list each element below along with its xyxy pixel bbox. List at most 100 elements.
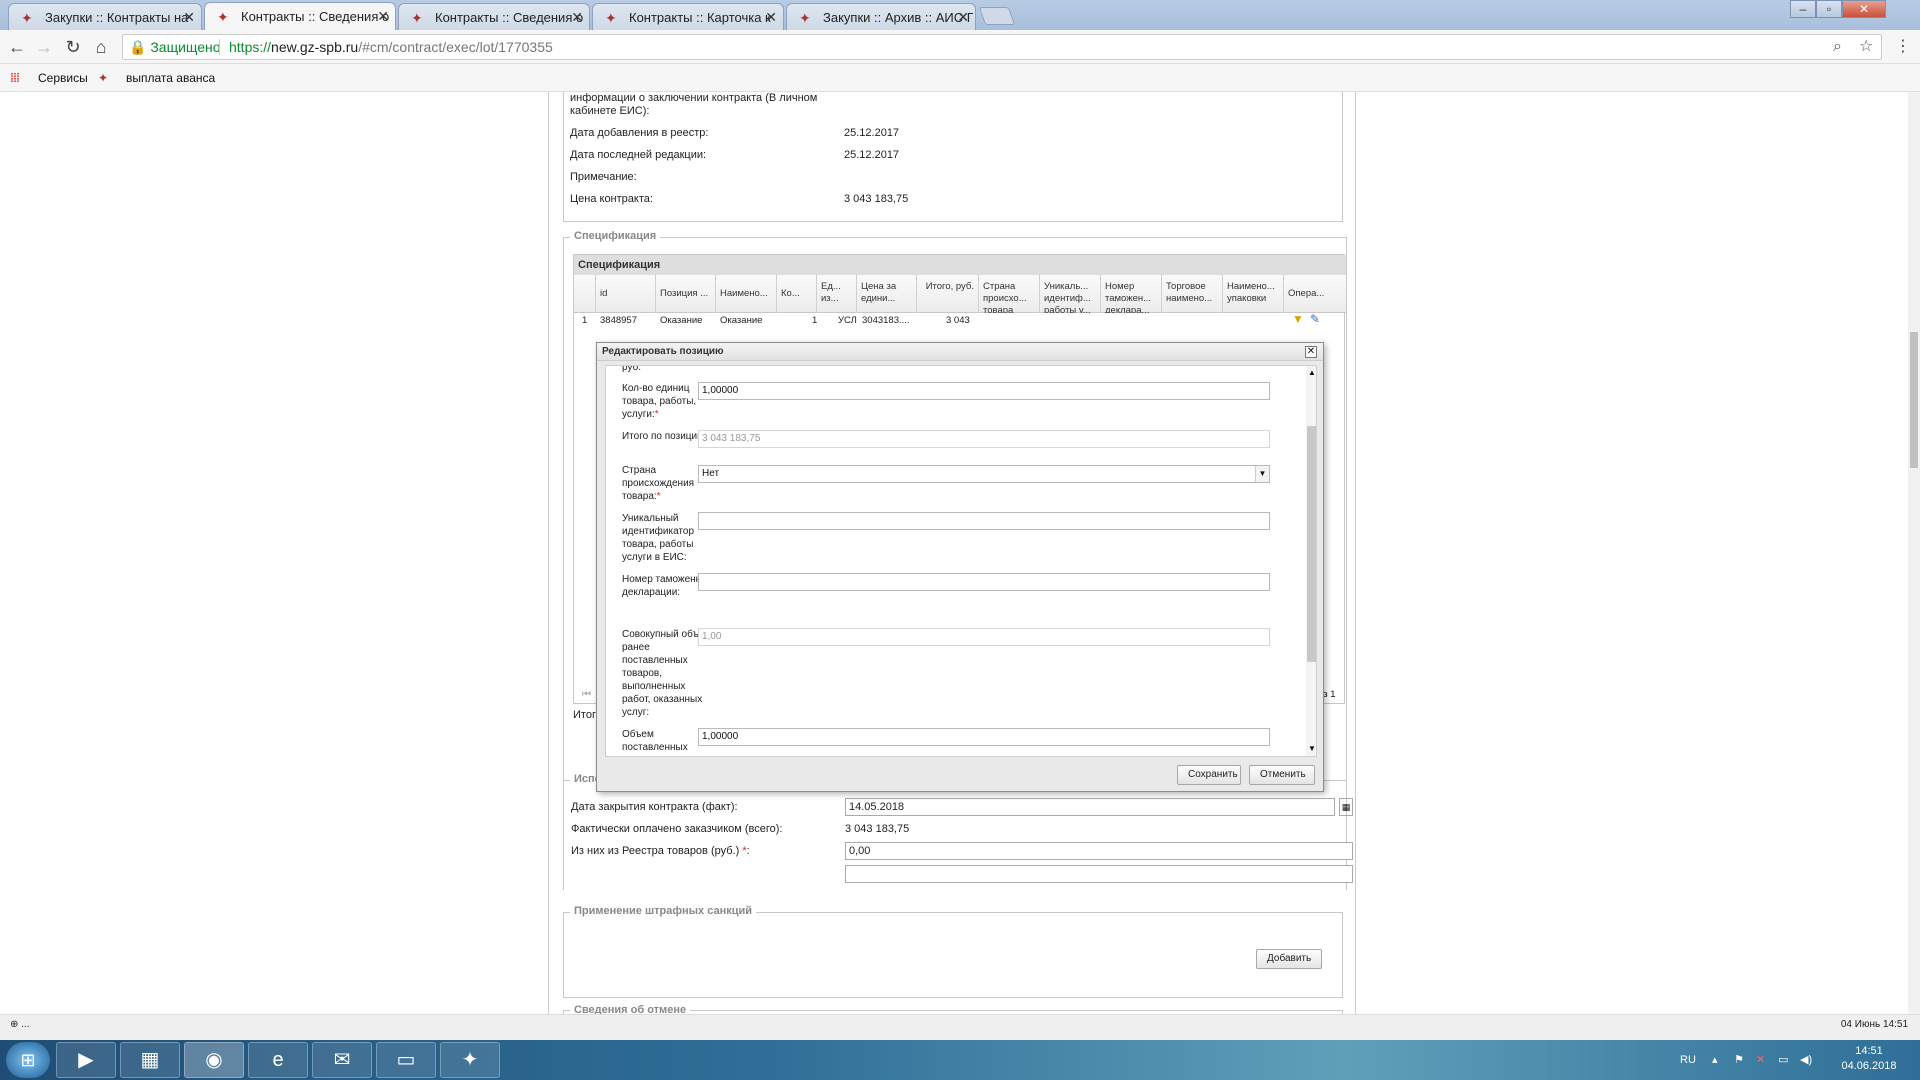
bookmark-services[interactable]: Сервисы bbox=[38, 64, 88, 92]
volume-icon[interactable]: ◀) bbox=[1800, 1040, 1812, 1080]
info-value: 25.12.2017 bbox=[844, 127, 900, 139]
cancel-button[interactable]: Отменить bbox=[1249, 765, 1315, 785]
address-bar[interactable]: 🔒 Защищено https://new.gz-spb.ru/#cm/con… bbox=[122, 34, 1882, 60]
minimize-button[interactable]: – bbox=[1790, 0, 1816, 18]
monitor-icon[interactable]: ▭ bbox=[1778, 1040, 1788, 1080]
browser-tab-5[interactable]: ✦ Закупки :: Архив :: АИС Г ✕ bbox=[786, 3, 976, 30]
customs-declaration-input[interactable] bbox=[698, 573, 1270, 591]
browser-tab-2[interactable]: ✦ Контракты :: Сведения о ✕ bbox=[204, 2, 396, 30]
page-scrollbar[interactable] bbox=[1908, 92, 1920, 1014]
network-icon[interactable]: ✕ bbox=[1756, 1040, 1765, 1080]
registry-amount-field[interactable]: 0,00 bbox=[845, 842, 1353, 860]
close-icon[interactable]: ✕ bbox=[1305, 346, 1317, 358]
bookmark-advance-payment[interactable]: выплата аванса bbox=[126, 64, 215, 92]
internet-explorer-icon[interactable]: e bbox=[248, 1042, 308, 1078]
flag-icon[interactable]: ⚑ bbox=[1734, 1040, 1744, 1080]
table-cell: 3 043 bbox=[946, 315, 970, 326]
column-header[interactable]: Опера... bbox=[1284, 275, 1344, 313]
column-header[interactable]: Итого, руб. bbox=[917, 275, 979, 313]
column-header[interactable]: Номер таможен... деклара... bbox=[1101, 275, 1162, 313]
home-icon[interactable]: ⌂ bbox=[90, 36, 112, 58]
edit-pencil-icon[interactable]: ✎ bbox=[1310, 312, 1320, 326]
quantity-input[interactable]: 1,00000 bbox=[698, 382, 1270, 400]
back-arrow-icon[interactable]: ← bbox=[6, 36, 28, 58]
close-icon[interactable]: ✕ bbox=[183, 4, 195, 30]
secure-label: 🔒 Защищено bbox=[129, 39, 221, 55]
outlook-icon[interactable]: ✉ bbox=[312, 1042, 372, 1078]
url-text: https://new.gz-spb.ru/#cm/contract/exec/… bbox=[229, 39, 553, 55]
start-button[interactable]: ⊞ bbox=[6, 1042, 50, 1078]
scrollbar-thumb[interactable] bbox=[1910, 332, 1918, 468]
browser-tab-1[interactable]: ✦ Закупки :: Контракты на ✕ bbox=[8, 3, 202, 30]
restore-button[interactable]: ▫ bbox=[1816, 0, 1842, 18]
column-header[interactable]: Ко... bbox=[777, 275, 817, 313]
apps-grid-icon[interactable]: ⁞⁞⁞ bbox=[10, 64, 20, 92]
table-cell: 1 bbox=[582, 315, 588, 326]
dialog-title: Редактировать позицию bbox=[597, 343, 1323, 361]
column-header[interactable]: id bbox=[596, 275, 656, 313]
clock-date: 04.06.2018 bbox=[1841, 1060, 1897, 1072]
grid-header: id Позиция ... Наимено... Ко... Ед... из… bbox=[574, 275, 1346, 313]
column-header-rownum bbox=[574, 275, 596, 313]
tray-up-icon[interactable]: ▴ bbox=[1712, 1040, 1718, 1080]
delivered-volume-input[interactable]: 1,00000 bbox=[698, 728, 1270, 746]
delete-icon[interactable]: ▼ bbox=[1292, 312, 1304, 326]
close-icon[interactable]: ✕ bbox=[957, 4, 969, 30]
folder-icon[interactable]: ▭ bbox=[376, 1042, 436, 1078]
country-select[interactable]: Нет ▼ bbox=[698, 465, 1270, 483]
column-header[interactable]: Уникаль... идентиф... работы у... bbox=[1040, 275, 1101, 313]
contract-info-panel: информации о заключении контракта (В лич… bbox=[563, 92, 1343, 222]
new-tab-button[interactable] bbox=[978, 7, 1016, 25]
column-header[interactable]: Цена за едини... bbox=[857, 275, 917, 313]
language-indicator[interactable]: RU bbox=[1680, 1040, 1696, 1080]
close-icon[interactable]: ✕ bbox=[377, 3, 389, 30]
pager-first-icon[interactable]: ⏮ bbox=[582, 689, 591, 700]
extra-field[interactable] bbox=[845, 865, 1353, 883]
column-header[interactable]: Торговое наимено... bbox=[1162, 275, 1223, 313]
clock-time: 14:51 bbox=[1855, 1045, 1883, 1057]
status-left: ⊕ ... bbox=[10, 1019, 30, 1030]
select-value: Нет bbox=[702, 468, 720, 479]
close-icon[interactable]: ✕ bbox=[765, 4, 777, 30]
browser-tab-3[interactable]: ✦ Контракты :: Сведения о ✕ bbox=[398, 3, 590, 30]
gear-tools-icon: ✦ bbox=[21, 10, 33, 26]
scrollbar-thumb[interactable] bbox=[1307, 426, 1316, 662]
close-date-field[interactable]: 14.05.2018 bbox=[845, 798, 1335, 816]
dialog-scrollbar[interactable]: ▲ ▼ bbox=[1306, 366, 1316, 756]
column-header[interactable]: Наимено... bbox=[716, 275, 777, 313]
forward-arrow-icon[interactable]: → bbox=[33, 36, 55, 58]
exec-label: Дата закрытия контракта (факт): bbox=[571, 801, 738, 813]
zoom-icon[interactable]: ⌕ bbox=[1833, 35, 1842, 59]
table-cell: 3848957 bbox=[600, 315, 637, 326]
window-close-button[interactable]: ✕ bbox=[1842, 0, 1886, 18]
reload-icon[interactable]: ↻ bbox=[62, 36, 84, 58]
column-header[interactable]: Позиция ... bbox=[656, 275, 716, 313]
top-note-label: информации о заключении контракта (В лич… bbox=[570, 92, 818, 117]
clock[interactable]: 14:51 04.06.2018 bbox=[1834, 1044, 1904, 1074]
media-player-icon[interactable]: ▶ bbox=[56, 1042, 116, 1078]
chevron-down-icon[interactable]: ▼ bbox=[1255, 466, 1269, 482]
scroll-down-icon[interactable]: ▼ bbox=[1308, 744, 1316, 753]
tab-title: Контракты :: Сведения о bbox=[435, 10, 584, 25]
table-cell: Оказание bbox=[720, 315, 763, 326]
status-bar: ⊕ ... 04 Июнь 14:51 bbox=[0, 1014, 1920, 1040]
add-penalty-button[interactable]: Добавить bbox=[1256, 949, 1322, 969]
info-label: Цена контракта: bbox=[570, 193, 653, 205]
calendar-icon[interactable]: ▦ bbox=[1339, 798, 1353, 816]
info-value: 3 043 183,75 bbox=[844, 193, 909, 205]
column-header[interactable]: Ед... из... bbox=[817, 275, 857, 313]
spec-legend: Спецификация bbox=[570, 230, 661, 242]
column-header[interactable]: Страна происхо... товара bbox=[979, 275, 1040, 313]
bookmark-star-icon[interactable]: ☆ bbox=[1859, 35, 1873, 59]
unique-id-input[interactable] bbox=[698, 512, 1270, 530]
app-tools-icon[interactable]: ✦ bbox=[440, 1042, 500, 1078]
browser-tab-4[interactable]: ✦ Контракты :: Карточка к ✕ bbox=[592, 3, 784, 30]
chrome-icon[interactable]: ◉ bbox=[184, 1042, 244, 1078]
menu-icon[interactable]: ⋮ bbox=[1892, 36, 1914, 58]
save-button[interactable]: Сохранить bbox=[1177, 765, 1241, 785]
scroll-up-icon[interactable]: ▲ bbox=[1308, 368, 1316, 377]
dialog-body: руб. Кол-во единиц товара, работы, услуг… bbox=[605, 365, 1317, 757]
column-header[interactable]: Наимено... упаковки bbox=[1223, 275, 1284, 313]
calculator-icon[interactable]: ▦ bbox=[120, 1042, 180, 1078]
close-icon[interactable]: ✕ bbox=[571, 4, 583, 30]
